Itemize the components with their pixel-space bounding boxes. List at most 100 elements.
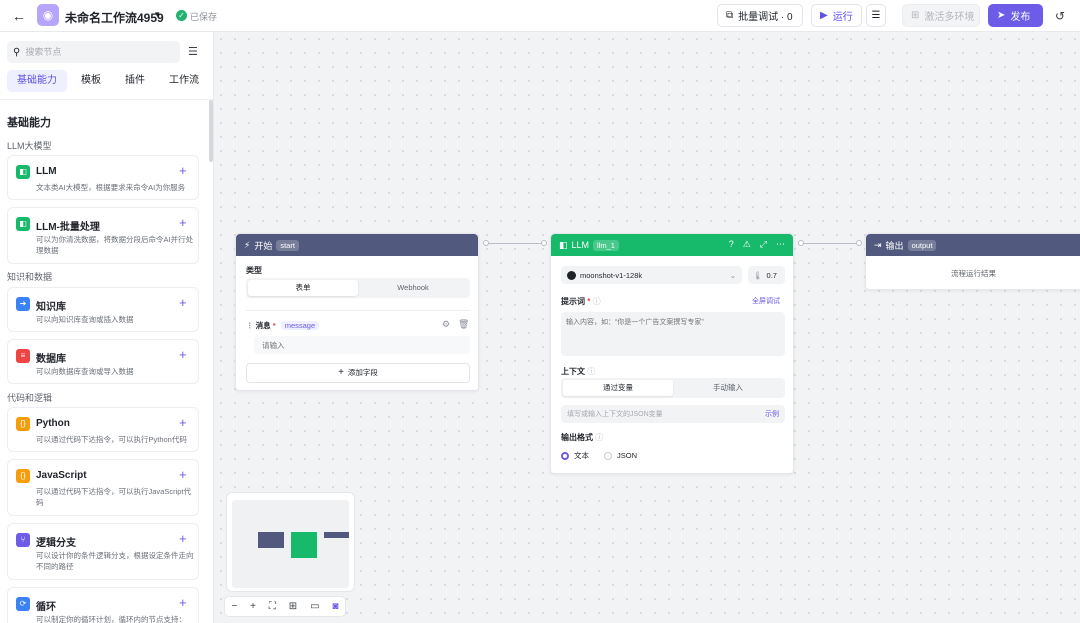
field-row: ⋮ 消息 * message [246, 320, 320, 331]
fit-view-icon[interactable]: ⛶ [269, 601, 276, 612]
radio-text[interactable] [561, 451, 569, 460]
tab-webhook[interactable]: Webhook [358, 280, 468, 296]
temperature-value: 0.7 [766, 270, 777, 280]
add-icon[interactable]: + [179, 215, 187, 230]
node-title: 开始 [254, 240, 273, 251]
history-icon[interactable]: ↺ [1055, 9, 1065, 23]
llm-node[interactable]: ◧ LLM llm_1 ? ⚠ ⤢ ⋯ moonshot-v1-128k ⌄ 🌡… [550, 233, 794, 474]
add-icon[interactable]: + [179, 295, 187, 310]
run-button[interactable]: ▶ 运行 [811, 4, 862, 27]
sidebar-scrollbar[interactable] [209, 100, 213, 162]
field-input[interactable] [254, 336, 470, 354]
card-desc: 可以通过代码下达指令，可以执行Python代码 [36, 435, 187, 444]
port-dot[interactable] [856, 240, 862, 246]
node-card-knowledge[interactable]: ➔ 知识库 可以向知识库查询或插入数据 + [7, 287, 199, 332]
activate-env-button[interactable]: ⊞ 激活多环境 [902, 4, 980, 27]
context-label-text: 上下文 [561, 367, 585, 376]
tab-basic[interactable]: 基础能力 [7, 70, 67, 92]
tab-templates[interactable]: 模板 [71, 70, 111, 92]
node-card-python[interactable]: {} Python 可以通过代码下达指令，可以执行Python代码 + [7, 407, 199, 452]
port-dot[interactable] [541, 240, 547, 246]
output-format-text: 输出格式 [561, 433, 593, 442]
add-field-button[interactable]: + 添加字段 [246, 363, 470, 383]
port-dot[interactable] [798, 240, 804, 246]
tab-form[interactable]: 表单 [248, 280, 358, 296]
prompt-label-text: 提示词 [561, 297, 585, 306]
temperature-field[interactable]: 🌡 0.7 [748, 266, 785, 284]
help-icon[interactable]: ? [729, 239, 734, 250]
drag-handle-icon[interactable]: ⋮ [246, 321, 254, 330]
add-icon[interactable]: + [179, 467, 187, 482]
warning-icon[interactable]: ⚠ [743, 239, 751, 250]
card-desc: 文本类AI大模型，根据要求来命令AI为你服务 [36, 183, 186, 192]
node-header: ⇥ 输出 output [866, 234, 1080, 256]
workflow-avatar-icon[interactable]: ◉ [37, 4, 59, 26]
add-icon[interactable]: + [179, 595, 187, 610]
node-title: LLM [571, 240, 590, 250]
sidebar-tabs: 基础能力 模板 插件 工作流 [7, 70, 209, 92]
search-input[interactable] [25, 47, 166, 57]
chevron-down-icon[interactable]: ▾ [155, 9, 160, 20]
section-title: 基础能力 [7, 117, 51, 129]
tab-workflows[interactable]: 工作流 [159, 70, 209, 92]
workflow-title[interactable]: 未命名工作流4959 [65, 9, 164, 26]
minimap[interactable] [226, 492, 355, 592]
batch-debug-button[interactable]: ⧉ 批量调试 · 0 [717, 4, 803, 27]
run-log-button[interactable]: ☰ [866, 4, 886, 27]
add-icon[interactable]: + [179, 347, 187, 362]
publish-button[interactable]: ➤ 发布 [988, 4, 1043, 27]
tab-manual-input[interactable]: 手动输入 [673, 380, 783, 396]
back-arrow-icon[interactable]: ← [12, 8, 28, 24]
required-asterisk: * [272, 321, 276, 330]
add-icon[interactable]: + [179, 163, 187, 178]
search-box: ⚲ [7, 41, 180, 63]
tab-by-variable[interactable]: 通过变量 [563, 380, 673, 396]
add-icon[interactable]: + [179, 415, 187, 430]
port-dot[interactable] [483, 240, 489, 246]
output-node[interactable]: ⇥ 输出 output 流程运行结果 [865, 233, 1080, 290]
node-sidebar: ⚲ ☰ 基础能力 模板 插件 工作流 基础能力 LLM大模型 ◧ LLM 文本类… [0, 32, 214, 623]
send-icon: ➤ [997, 10, 1006, 21]
zoom-in-icon[interactable]: + [250, 601, 256, 612]
node-card-llm-batch[interactable]: ◧ LLM-批量处理 可以为你清洗数据，将数据分段后命令AI并行处理数据 + [7, 207, 199, 264]
env-icon: ⊞ [911, 10, 920, 21]
info-icon: ⓘ [595, 433, 604, 442]
node-card-branch[interactable]: ⑂ 逻辑分支 可以设计你的条件逻辑分支，根据设定条件走向不同的路径 + [7, 523, 199, 580]
node-card-llm[interactable]: ◧ LLM 文本类AI大模型，根据要求来命令AI为你服务 + [7, 155, 199, 200]
field-name: 消息 [255, 321, 271, 330]
card-name: 逻辑分支 [36, 538, 76, 549]
context-label: 上下文 ⓘ [561, 366, 595, 377]
node-card-javascript[interactable]: {} JavaScript 可以通过代码下达指令，可以执行JavaScript代… [7, 459, 199, 516]
radio-json[interactable] [604, 451, 612, 460]
info-icon: ⓘ [587, 367, 596, 376]
tab-plugins[interactable]: 插件 [115, 70, 155, 92]
node-tag: output [907, 239, 937, 251]
model-select[interactable]: moonshot-v1-128k ⌄ [561, 266, 742, 284]
fullscreen-debug-link[interactable]: 全屏调试 [752, 296, 780, 306]
prompt-input[interactable] [561, 312, 785, 356]
delete-icon[interactable]: 🗑 [458, 319, 469, 330]
edge-start-llm [486, 243, 544, 244]
expand-icon[interactable]: ⤢ [760, 239, 767, 250]
minimap-output [324, 532, 349, 538]
comment-icon[interactable]: ▭ [310, 601, 319, 612]
save-status: 已保存 [190, 12, 218, 22]
node-card-database[interactable]: ≡ 数据库 可以向数据库查询或导入数据 + [7, 339, 199, 384]
more-icon[interactable]: ⋯ [776, 239, 785, 250]
example-link[interactable]: 示例 [765, 409, 779, 419]
field-tag: message [280, 321, 320, 330]
start-node[interactable]: ⚡ 开始 start 类型 表单 Webhook ⋮ 消息 * message … [235, 233, 479, 391]
layout-icon[interactable]: ⊞ [289, 601, 297, 612]
zoom-out-icon[interactable]: − [231, 601, 237, 612]
prompt-label: 提示词 * ⓘ [561, 296, 601, 307]
minimap-toggle-icon[interactable]: ◙ [332, 601, 338, 612]
run-label: 运行 [832, 12, 853, 23]
play-icon: ▶ [820, 10, 828, 21]
settings-icon[interactable]: ⚙ [442, 319, 450, 330]
top-bar: ← ◉ 未命名工作流4959 ▾ ✓ 已保存 ⧉ 批量调试 · 0 ▶ 运行 ☰… [0, 0, 1080, 32]
node-card-loop[interactable]: ⟳ 循环 可以制定你的循环计划，循环内的节点支持： + [7, 587, 199, 623]
filter-icon[interactable]: ☰ [188, 45, 198, 58]
output-desc: 流程运行结果 [951, 269, 996, 278]
context-input[interactable]: 填写或输入上下文的JSON变量 示例 [561, 405, 785, 423]
add-icon[interactable]: + [179, 531, 187, 546]
